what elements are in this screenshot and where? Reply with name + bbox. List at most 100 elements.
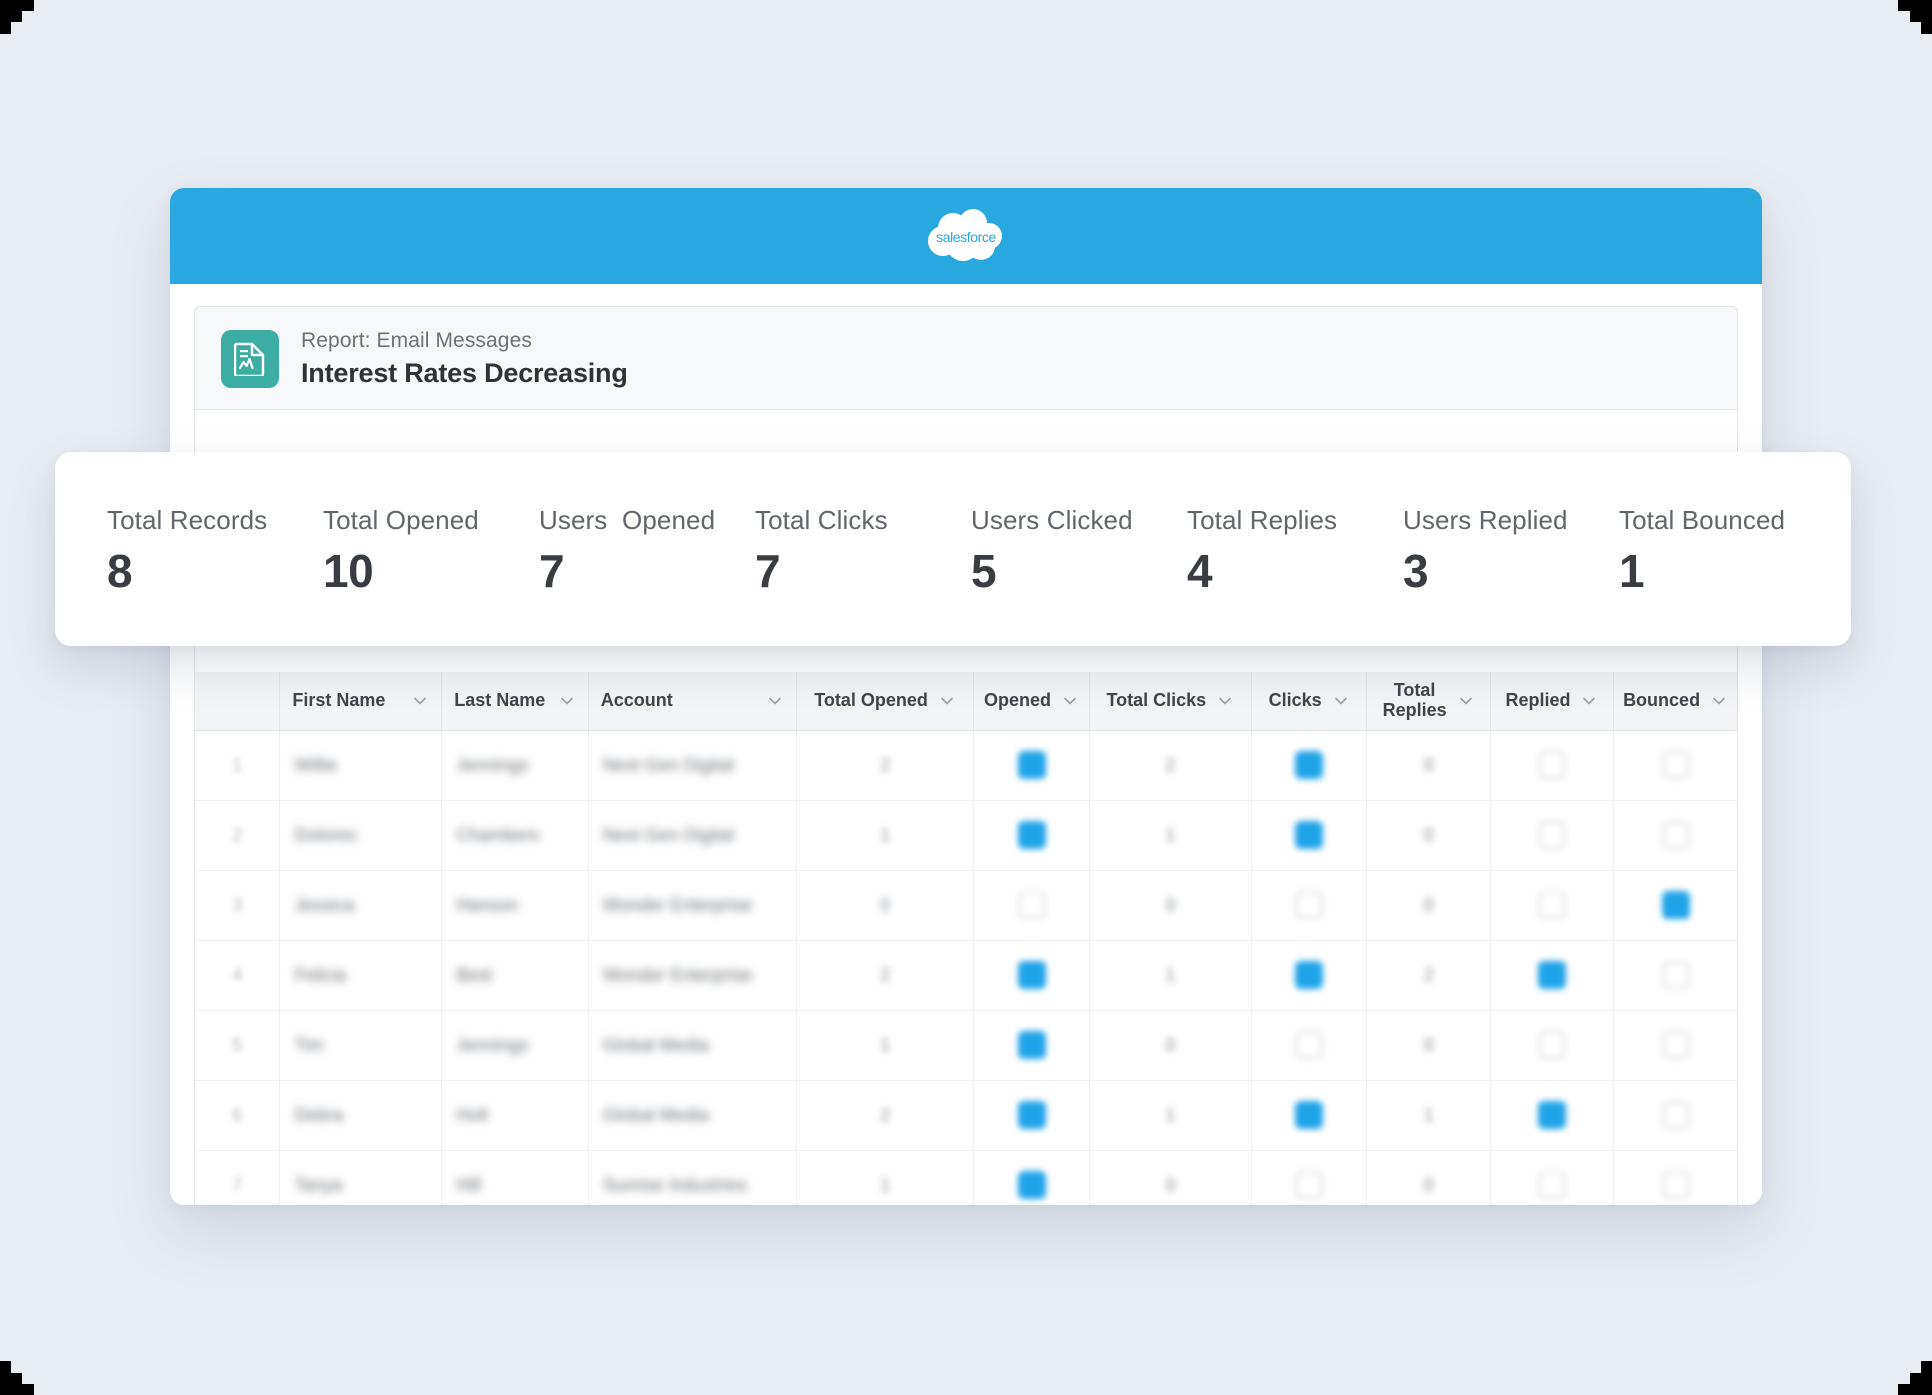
cell-value: Felicia: [294, 964, 347, 985]
cell-total-replies: 0: [1366, 800, 1491, 871]
cell-bounced: [1613, 870, 1737, 941]
chevron-down-icon[interactable]: [938, 692, 956, 710]
row-number: 6: [232, 1104, 243, 1125]
cell-value: 1: [1165, 824, 1176, 845]
checkbox-unchecked-icon[interactable]: [1661, 821, 1690, 849]
table-row[interactable]: 5 Tim Jennings Global Media 1 0 0: [195, 1010, 1737, 1081]
column-header-clicks[interactable]: Clicks: [1251, 672, 1368, 731]
cell-total-replies: 2: [1366, 940, 1491, 1011]
kpi-value: 7: [539, 544, 565, 597]
cell-value: 0: [1165, 1034, 1176, 1055]
column-header-replied[interactable]: Replied: [1490, 672, 1615, 731]
chevron-down-icon[interactable]: [766, 692, 784, 710]
app-topbar: salesforce: [170, 188, 1762, 284]
cell-last-name: Jennings: [441, 730, 589, 801]
column-header-total-clicks[interactable]: Total Clicks: [1089, 672, 1252, 731]
checkbox-checked-icon[interactable]: [1017, 961, 1046, 989]
kpi-card: Users Clicked 5: [953, 505, 1169, 594]
checkbox-checked-icon[interactable]: [1537, 961, 1566, 989]
kpi-label: Users Replied: [1403, 504, 1568, 535]
checkbox-unchecked-icon[interactable]: [1537, 821, 1566, 849]
cell-value: Chambers: [456, 824, 540, 845]
checkbox-checked-icon[interactable]: [1295, 961, 1324, 989]
report-document-chart-icon: [221, 330, 279, 388]
column-header-last-name[interactable]: Last Name: [441, 672, 589, 731]
checkbox-checked-icon[interactable]: [1295, 821, 1324, 849]
checkbox-unchecked-icon[interactable]: [1295, 891, 1324, 919]
kpi-value: 1: [1619, 544, 1645, 597]
row-number-cell: 7: [195, 1150, 281, 1205]
checkbox-checked-icon[interactable]: [1295, 1101, 1324, 1129]
checkbox-unchecked-icon[interactable]: [1537, 751, 1566, 779]
table-row[interactable]: 4 Felicia Best Wonder Enterprise 2 1 2: [195, 940, 1737, 1011]
row-number: 1: [232, 754, 243, 775]
cell-total-opened: 1: [796, 1150, 975, 1205]
cell-total-opened: 2: [796, 1080, 975, 1151]
cell-opened: [973, 1150, 1090, 1205]
checkbox-unchecked-icon[interactable]: [1537, 1171, 1566, 1200]
cell-total-replies: 0: [1366, 870, 1491, 941]
row-number-cell: 6: [195, 1080, 281, 1151]
column-header-total-opened[interactable]: Total Opened: [796, 672, 975, 731]
table-row[interactable]: 6 Debra Holt Global Media 2 1 1: [195, 1080, 1737, 1151]
cell-opened: [973, 1010, 1090, 1081]
chevron-down-icon[interactable]: [1457, 692, 1475, 710]
checkbox-unchecked-icon[interactable]: [1661, 1031, 1690, 1059]
chevron-down-icon[interactable]: [411, 692, 429, 710]
crop-mark-top-left: [0, 0, 44, 44]
chevron-down-icon[interactable]: [1061, 692, 1079, 710]
cell-opened: [973, 800, 1090, 871]
cell-value: 0: [1423, 1034, 1434, 1055]
row-number: 3: [232, 894, 243, 915]
checkbox-checked-icon[interactable]: [1017, 1101, 1046, 1129]
checkbox-unchecked-icon[interactable]: [1295, 1031, 1324, 1059]
table-row[interactable]: 3 Jessica Hanson Wonder Enterprise 0 0 0: [195, 870, 1737, 941]
cell-value: 2: [1423, 964, 1434, 985]
checkbox-checked-icon[interactable]: [1017, 1171, 1046, 1200]
checkbox-unchecked-icon[interactable]: [1537, 891, 1566, 919]
cell-bounced: [1613, 800, 1737, 871]
chevron-down-icon[interactable]: [1332, 692, 1350, 710]
checkbox-unchecked-icon[interactable]: [1661, 1171, 1690, 1200]
checkbox-checked-icon[interactable]: [1661, 891, 1690, 919]
cell-account: Next Gen Digital: [588, 800, 797, 871]
checkbox-checked-icon[interactable]: [1017, 821, 1046, 849]
checkbox-unchecked-icon[interactable]: [1537, 1031, 1566, 1059]
checkbox-unchecked-icon[interactable]: [1661, 1101, 1690, 1129]
cell-replied: [1490, 1150, 1615, 1205]
checkbox-unchecked-icon[interactable]: [1017, 891, 1046, 919]
chevron-down-icon[interactable]: [1216, 692, 1234, 710]
table-row[interactable]: 1 Willie Jennings Next Gen Digital 2 2 0: [195, 730, 1737, 801]
chevron-down-icon[interactable]: [1580, 692, 1598, 710]
table-row[interactable]: 2 Dolores Chambers Next Gen Digital 1 1 0: [195, 800, 1737, 871]
checkbox-unchecked-icon[interactable]: [1661, 751, 1690, 779]
checkbox-checked-icon[interactable]: [1017, 751, 1046, 779]
cell-total-replies: 0: [1366, 1010, 1491, 1081]
column-header-account[interactable]: Account: [588, 672, 797, 731]
row-number: 4: [232, 964, 243, 985]
chevron-down-icon[interactable]: [558, 692, 576, 710]
cell-value: 2: [880, 754, 891, 775]
cell-total-opened: 2: [796, 940, 975, 1011]
app-body: Report: Email Messages Interest Rates De…: [170, 284, 1762, 1205]
cell-bounced: [1613, 730, 1737, 801]
checkbox-unchecked-icon[interactable]: [1295, 1171, 1324, 1200]
cell-total-opened: 2: [796, 730, 975, 801]
cell-value: Next Gen Digital: [602, 824, 734, 845]
cell-value: 1: [880, 1034, 891, 1055]
kpi-value: 3: [1403, 544, 1429, 597]
column-header-total-replies[interactable]: Total Replies: [1366, 672, 1491, 731]
checkbox-unchecked-icon[interactable]: [1661, 961, 1690, 989]
row-number-cell: 3: [195, 870, 281, 941]
checkbox-checked-icon[interactable]: [1017, 1031, 1046, 1059]
chevron-down-icon[interactable]: [1710, 692, 1728, 710]
row-number-cell: 1: [195, 730, 281, 801]
checkbox-checked-icon[interactable]: [1295, 751, 1324, 779]
checkbox-checked-icon[interactable]: [1537, 1101, 1566, 1129]
column-header-opened[interactable]: Opened: [973, 672, 1090, 731]
table-row[interactable]: 7 Tanya Hill Sunrise Industries 1 0 0: [195, 1150, 1737, 1205]
column-header-bounced[interactable]: Bounced: [1613, 672, 1737, 731]
column-header-first-name[interactable]: First Name: [279, 672, 443, 731]
cell-value: Global Media: [602, 1034, 709, 1055]
cell-value: 2: [1165, 754, 1176, 775]
